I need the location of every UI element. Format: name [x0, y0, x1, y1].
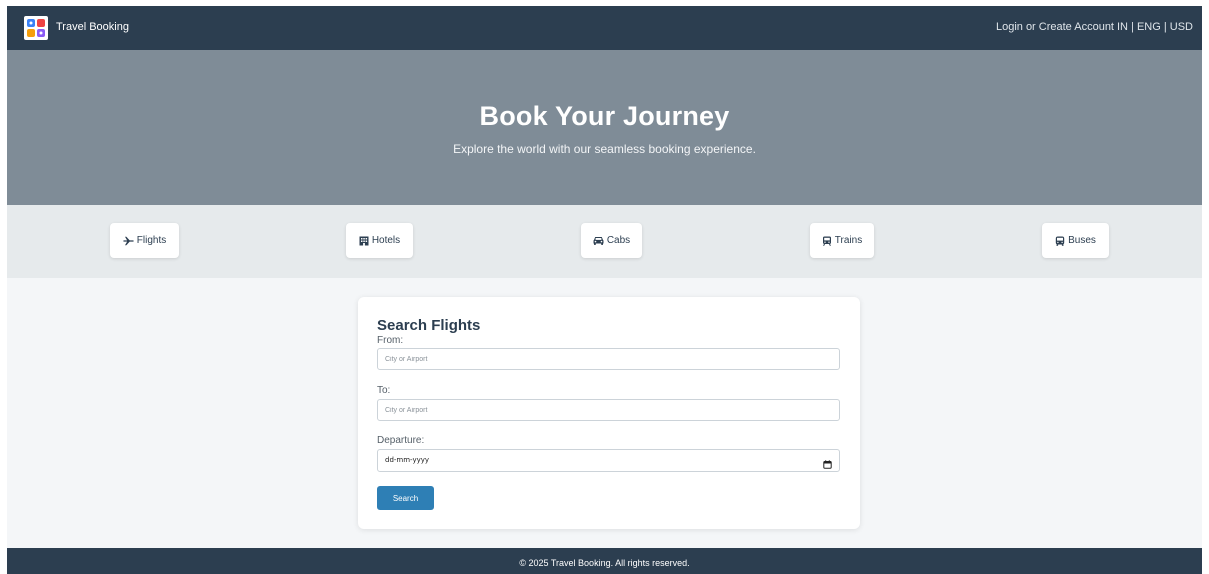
hero-title: Book Your Journey — [479, 101, 730, 131]
tab-cabs[interactable]: Cabs — [581, 223, 642, 258]
search-flights-card: Search Flights From: To: Departure: dd-m… — [358, 297, 860, 529]
from-label: From: — [377, 335, 404, 346]
tab-trains-label: Trains — [834, 235, 863, 246]
to-input[interactable] — [377, 399, 840, 421]
tab-trains[interactable]: Trains — [810, 223, 874, 258]
departure-label: Departure: — [377, 435, 425, 446]
tab-cabs-label: Cabs — [606, 235, 631, 246]
tab-flights-label: Flights — [136, 235, 167, 246]
locale-selector[interactable]: IN | ENG | USD — [1117, 21, 1193, 33]
tab-buses[interactable]: Buses — [1042, 223, 1109, 258]
login-link[interactable]: Login or Create Account — [996, 21, 1114, 33]
tab-hotels-label: Hotels — [371, 235, 401, 246]
tab-buses-label: Buses — [1068, 235, 1096, 246]
train-icon — [822, 236, 832, 246]
tab-flights[interactable]: Flights — [110, 223, 179, 258]
building-icon — [359, 236, 369, 246]
departure-date-value: dd-mm-yyyy — [385, 456, 430, 464]
top-navbar: Travel Booking Login or Create Account I… — [7, 6, 1202, 50]
departure-date-input[interactable]: dd-mm-yyyy — [377, 449, 840, 472]
page-frame: Travel Booking Login or Create Account I… — [7, 6, 1202, 574]
travel-apps-logo-icon[interactable] — [24, 16, 48, 40]
footer-copyright: © 2025 Travel Booking. All rights reserv… — [519, 558, 690, 568]
from-input[interactable] — [377, 348, 840, 370]
car-icon — [593, 236, 604, 245]
bus-icon — [1055, 236, 1065, 246]
to-label: To: — [377, 385, 391, 396]
brand-name[interactable]: Travel Booking — [56, 21, 129, 33]
search-form-title: Search Flights — [377, 317, 481, 334]
hero-banner: Book Your Journey Explore the world with… — [7, 50, 1202, 205]
main-content: Search Flights From: To: Departure: dd-m… — [7, 278, 1202, 547]
plane-icon — [123, 236, 134, 246]
search-button[interactable]: Search — [377, 486, 434, 510]
hero-subtitle: Explore the world with our seamless book… — [453, 142, 756, 156]
booking-tabs: Flights Hotels Cabs Trains Buses — [7, 205, 1202, 278]
calendar-icon[interactable] — [823, 456, 832, 474]
footer: © 2025 Travel Booking. All rights reserv… — [7, 548, 1202, 574]
tab-hotels[interactable]: Hotels — [346, 223, 413, 258]
